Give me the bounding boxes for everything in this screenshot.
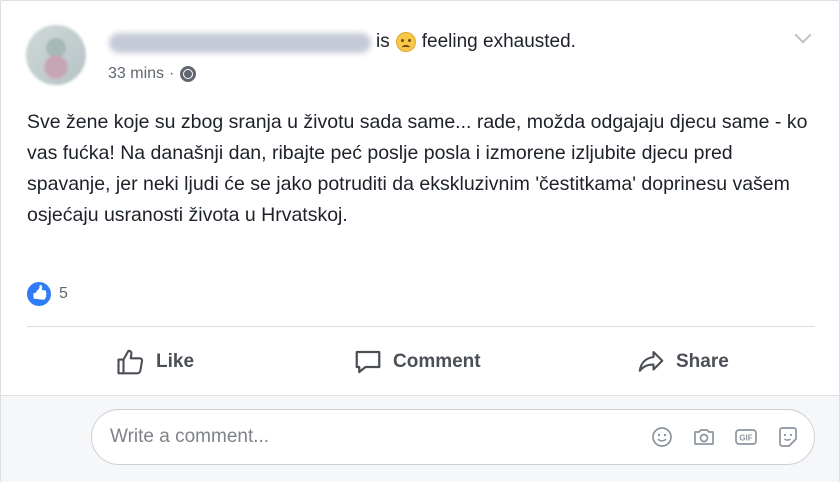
composer-icons: GIF <box>650 425 800 449</box>
thumbs-up-icon <box>117 349 144 375</box>
gif-icon[interactable]: GIF <box>734 425 758 449</box>
globe-icon[interactable] <box>180 66 197 82</box>
camera-icon[interactable] <box>692 425 716 449</box>
smiley-icon[interactable] <box>650 425 674 449</box>
comment-bubble-icon <box>355 350 381 374</box>
comment-button[interactable]: Comment <box>353 342 481 382</box>
headline-verb: is <box>376 31 390 52</box>
comment-composer[interactable]: GIF <box>91 409 815 465</box>
post-meta: 33 mins · <box>108 65 197 83</box>
feeling-activity[interactable]: feeling exhausted. <box>422 31 576 53</box>
post-timestamp[interactable]: 33 mins <box>108 65 164 83</box>
like-button[interactable]: Like <box>116 342 194 382</box>
share-label: Share <box>676 351 729 372</box>
svg-text:GIF: GIF <box>739 434 752 443</box>
reaction-count[interactable]: 5 <box>59 285 68 303</box>
comment-input[interactable] <box>108 425 592 449</box>
like-reaction-icon <box>27 282 51 306</box>
post-card: is feeling exhausted. 33 mins · Sve žene… <box>0 0 840 482</box>
chevron-down-icon[interactable] <box>794 26 812 44</box>
exhausted-emoji-icon <box>395 32 416 52</box>
meta-separator: · <box>169 65 175 82</box>
share-button[interactable]: Share <box>636 342 729 382</box>
post-body: Sve žene koje su zbog sranja u životu sa… <box>27 111 808 226</box>
comment-label: Comment <box>393 351 481 372</box>
sticker-icon[interactable] <box>776 425 800 449</box>
author-avatar[interactable] <box>26 25 86 85</box>
divider <box>27 326 815 327</box>
share-arrow-icon <box>638 350 664 372</box>
author-name-blurred[interactable] <box>109 33 371 53</box>
post-headline: is feeling exhausted. <box>376 31 576 53</box>
reactions-summary[interactable]: 5 <box>27 282 68 306</box>
like-label: Like <box>156 351 195 372</box>
